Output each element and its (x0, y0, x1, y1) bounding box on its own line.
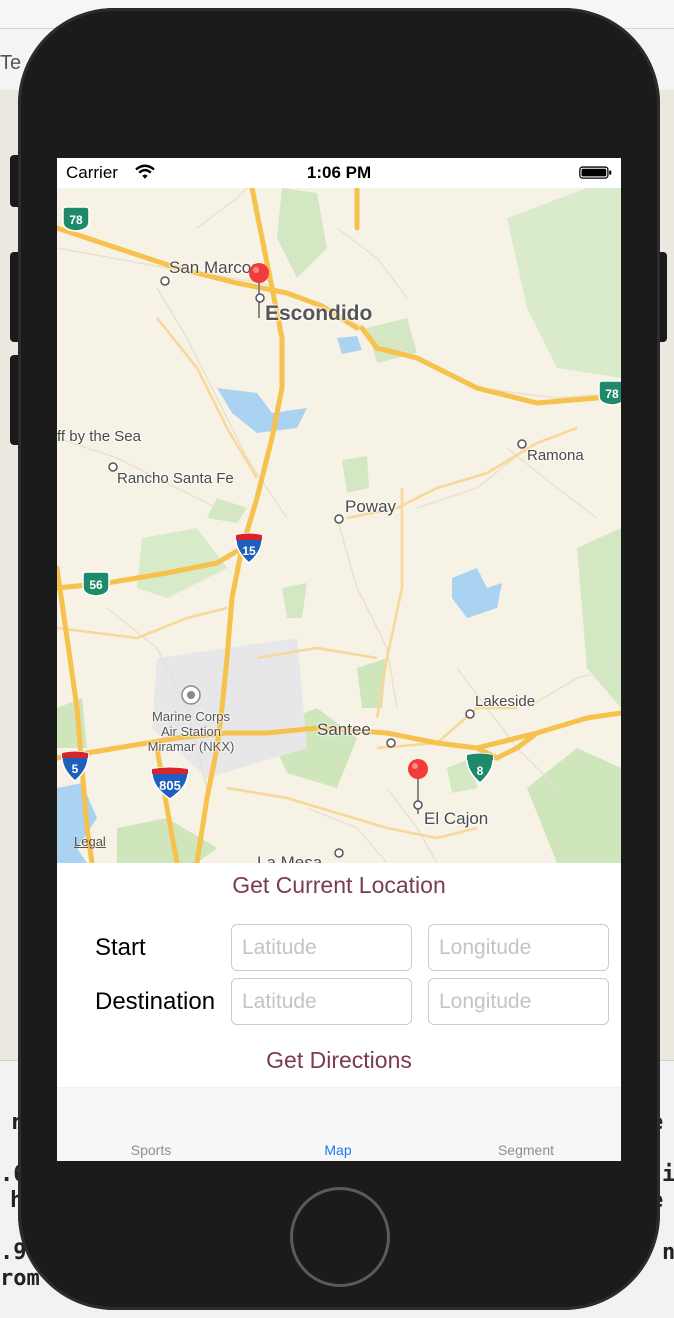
map-label-miramar: Marine Corps Air Station Miramar (NKX) (147, 709, 235, 754)
route-56-shield-icon: 56 (82, 571, 110, 597)
svg-text:56: 56 (89, 578, 103, 592)
svg-text:805: 805 (159, 778, 181, 793)
destination-longitude-input[interactable] (428, 978, 609, 1025)
destination-label: Destination (95, 988, 216, 1015)
get-current-location-button[interactable]: Get Current Location (57, 872, 621, 899)
xcode-tab-title[interactable]: Te (0, 52, 21, 75)
map-pin-destination-icon[interactable] (406, 758, 432, 816)
route-78-shield-icon: 78 (62, 206, 90, 232)
home-button[interactable] (290, 1187, 390, 1287)
interstate-8-shield-icon: 8 (466, 752, 494, 784)
svg-text:78: 78 (69, 213, 83, 227)
tab-map[interactable]: Map (278, 1142, 398, 1158)
battery-icon (579, 166, 612, 179)
map-label-poway: Poway (345, 497, 397, 516)
start-label: Start (95, 934, 146, 961)
map-label-ramona: Ramona (527, 447, 584, 464)
map-label-lakeside: Lakeside (475, 693, 536, 710)
status-bar: Carrier 1:06 PM (57, 158, 621, 188)
interstate-805-shield-icon: 805 (151, 766, 189, 800)
route-78-shield-icon: 78 (598, 380, 621, 406)
svg-text:78: 78 (605, 387, 619, 401)
svg-text:8: 8 (477, 764, 484, 778)
start-latitude-input[interactable] (231, 924, 412, 971)
phone-screen: Carrier 1:06 PM San Marcos Escondido ff … (57, 158, 621, 1161)
map-view[interactable]: San Marcos Escondido ff by the Sea Ranch… (57, 188, 621, 863)
interstate-15-shield-icon: 15 (235, 532, 263, 564)
map-label-escondido: Escondido (265, 302, 373, 325)
map-label-santee: Santee (317, 720, 371, 739)
console-text: i (662, 1162, 674, 1187)
interstate-5-shield-icon: 5 (61, 750, 89, 782)
console-text: rom (0, 1266, 40, 1291)
get-directions-button[interactable]: Get Directions (57, 1047, 621, 1074)
legal-link[interactable]: Legal (74, 834, 106, 849)
svg-text:15: 15 (242, 544, 256, 558)
tab-segment[interactable]: Segment (466, 1142, 586, 1158)
map-label-rancho-santa-fe: Rancho Santa Fe (117, 470, 234, 487)
svg-text:5: 5 (72, 762, 79, 776)
map-pin-start-icon[interactable] (247, 262, 273, 320)
status-time: 1:06 PM (306, 163, 372, 182)
tab-bar: Sports Map Segment (57, 1087, 621, 1161)
destination-latitude-input[interactable] (231, 978, 412, 1025)
map-label-la-mesa: La Mesa (257, 853, 323, 863)
start-longitude-input[interactable] (428, 924, 609, 971)
map-base (57, 188, 621, 863)
tab-sports[interactable]: Sports (91, 1142, 211, 1158)
console-text: n (662, 1240, 674, 1265)
map-label-del-mar: ff by the Sea (57, 428, 141, 445)
map-label-el-cajon: El Cajon (424, 809, 489, 828)
